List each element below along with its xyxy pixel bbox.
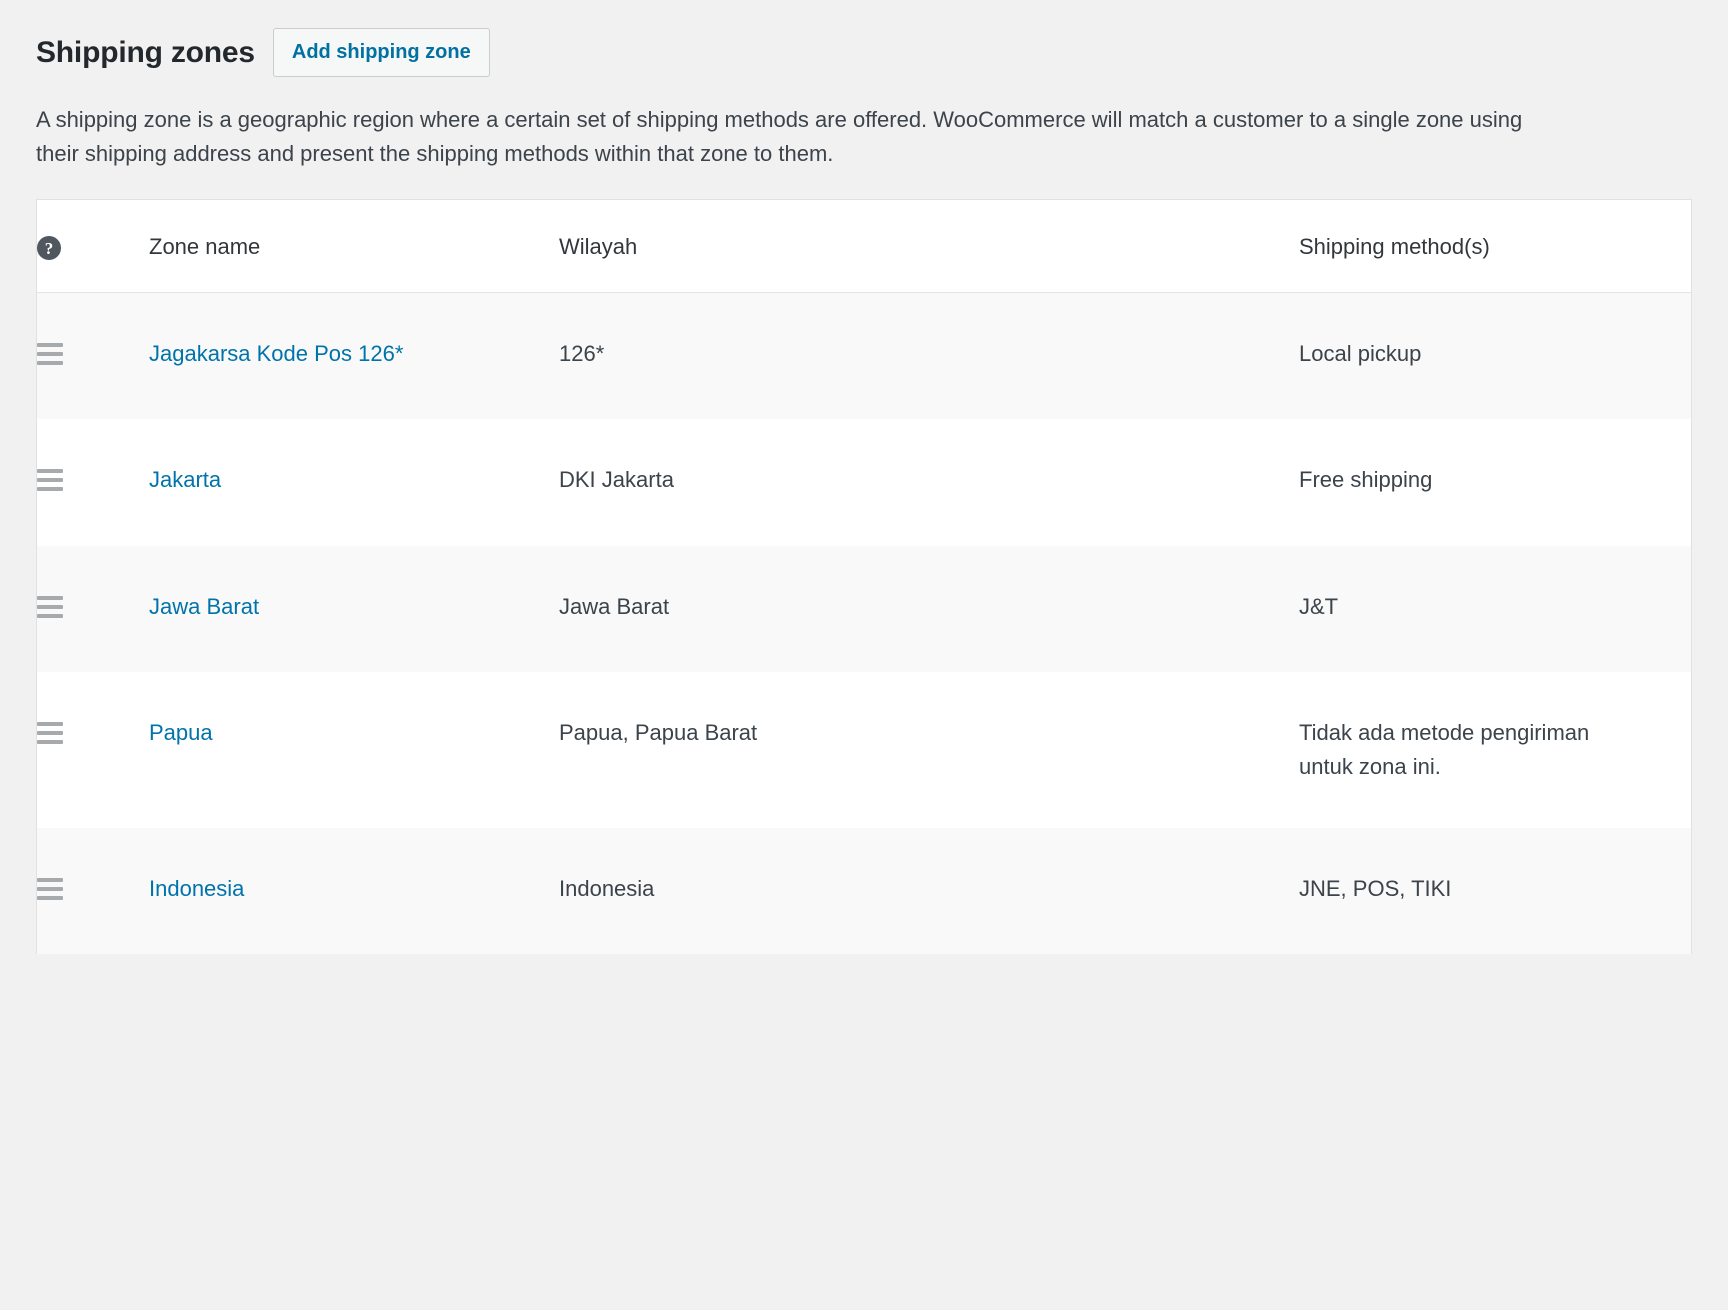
row-drag-cell	[37, 293, 149, 420]
row-drag-cell	[37, 546, 149, 672]
drag-handle-icon[interactable]	[37, 337, 63, 366]
table-row[interactable]: Jawa Barat Jawa Barat J&T	[37, 545, 1691, 672]
shipping-zones-table-container: ? Zone name Wilayah Shipping method(s) J	[36, 199, 1692, 954]
table-header-row: ? Zone name Wilayah Shipping method(s)	[37, 200, 1691, 294]
shipping-methods-text: Free shipping	[1299, 467, 1433, 493]
row-region-cell: Indonesia	[559, 875, 655, 901]
table-row[interactable]: Indonesia Indonesia JNE, POS, TIKI	[37, 827, 1691, 954]
shipping-zones-table: ? Zone name Wilayah Shipping method(s) J	[37, 200, 1691, 954]
zone-name-link[interactable]: Jawa Barat	[149, 594, 259, 619]
shipping-zones-page: Shipping zones Add shipping zone A shipp…	[0, 0, 1728, 1310]
shipping-methods-text: J&T	[1299, 593, 1339, 619]
row-zone-name-cell: Jagakarsa Kode Pos 126*	[149, 293, 559, 420]
table-body: Jagakarsa Kode Pos 126* 126* Local picku…	[37, 292, 1691, 954]
zone-name-link[interactable]: Indonesia	[149, 876, 244, 901]
page-description: A shipping zone is a geographic region w…	[36, 107, 1523, 167]
drag-handle-icon[interactable]	[37, 590, 63, 618]
table-row[interactable]: Papua Papua, Papua Barat Tidak ada metod…	[37, 671, 1691, 828]
row-drag-cell	[37, 419, 149, 545]
row-region-cell: Papua, Papua Barat	[559, 719, 758, 745]
row-shipping-methods-cell: Tidak ada metode pengiriman untuk zona i…	[1299, 672, 1691, 828]
table-row[interactable]: Jakarta DKI Jakarta Free shipping	[37, 419, 1691, 546]
drag-handle-icon[interactable]	[37, 872, 63, 900]
sort-column-header: ?	[37, 200, 149, 294]
row-shipping-methods-cell: Free shipping	[1299, 419, 1691, 545]
shipping-methods-text: Tidak ada metode pengiriman untuk zona i…	[1299, 719, 1590, 779]
help-icon[interactable]: ?	[37, 236, 61, 261]
row-region-cell: Jawa Barat	[559, 593, 670, 619]
table-row[interactable]: Jagakarsa Kode Pos 126* 126* Local picku…	[37, 292, 1691, 420]
add-shipping-zone-button[interactable]: Add shipping zone	[272, 28, 490, 77]
zone-name-link[interactable]: Jagakarsa Kode Pos 126*	[149, 341, 403, 366]
page-title: Shipping zones	[36, 36, 255, 69]
row-region-cell: 126*	[559, 341, 605, 367]
row-zone-name-cell: Jawa Barat	[149, 546, 559, 672]
row-drag-cell	[37, 672, 149, 828]
row-region-cell: DKI Jakarta	[559, 467, 674, 493]
shipping-methods-text: JNE, POS, TIKI	[1299, 875, 1452, 901]
row-zone-name-cell: Papua	[149, 672, 559, 828]
table-header: ? Zone name Wilayah Shipping method(s)	[37, 200, 1691, 294]
row-shipping-methods-cell: JNE, POS, TIKI	[1299, 828, 1691, 954]
column-header-shipping-methods: Shipping method(s)	[1299, 200, 1691, 294]
zone-name-link[interactable]: Papua	[149, 720, 213, 745]
zone-name-link[interactable]: Jakarta	[149, 467, 221, 492]
row-zone-name-cell: Indonesia	[149, 828, 559, 954]
drag-handle-icon[interactable]	[37, 716, 63, 744]
row-shipping-methods-cell: J&T	[1299, 546, 1691, 672]
row-zone-name-cell: Jakarta	[149, 419, 559, 545]
column-header-region: Wilayah	[559, 200, 1299, 294]
row-drag-cell	[37, 828, 149, 954]
page-header: Shipping zones Add shipping zone	[0, 0, 1728, 77]
shipping-methods-text: Local pickup	[1299, 341, 1422, 367]
drag-handle-icon[interactable]	[37, 463, 63, 492]
row-shipping-methods-cell: Local pickup	[1299, 293, 1691, 420]
column-header-zone-name: Zone name	[149, 200, 559, 294]
